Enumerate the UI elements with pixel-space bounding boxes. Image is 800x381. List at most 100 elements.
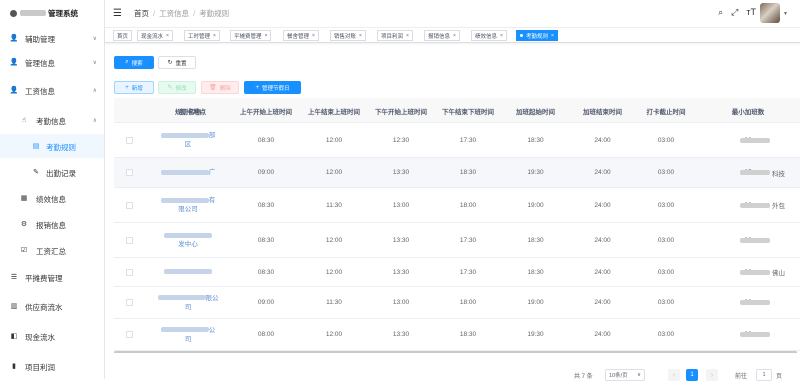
table-cell: 13:30 [392,268,410,276]
user-icon: 👤 [9,35,19,42]
manage-holiday-button[interactable]: + 管理节假日 [244,81,301,94]
page-size-select[interactable]: 10条/页 ∨ [605,369,645,381]
sidebar-item-9[interactable]: ☰ 平摊费管理 [0,265,104,289]
tag-4[interactable]: 餐舍管理 × [283,30,319,41]
horizontal-scrollbar[interactable] [114,351,797,353]
row-checkbox[interactable] [125,236,133,244]
punch-location [696,319,800,350]
goto-suffix: 页 [776,373,783,380]
bar-chart-icon: ▮ [12,363,16,370]
tag-label: 考勤规则 [526,33,549,40]
rule-name-line1: 广 [208,169,216,176]
rule-name[interactable]: 部区 [144,123,232,157]
table-cell: 08:00 [257,331,275,338]
close-icon[interactable]: × [500,33,503,39]
table-row[interactable]: 部区08:3012:0012:3017:3018:3024:0003:0030 [114,123,800,158]
search-icon[interactable]: ⌕ [718,7,723,18]
column-header[interactable]: 下午开始上班时间 [368,98,434,123]
sidebar-item-6[interactable]: ▦ 绩效信息 [0,186,104,210]
tag-5[interactable]: 销售对账 × [330,30,366,41]
font-size-icon[interactable]: ᴛT [746,7,756,18]
close-icon[interactable]: × [551,33,554,39]
refresh-icon: ↻ [167,60,173,66]
close-icon[interactable]: × [359,33,362,39]
table-row[interactable]: 限公司09:0011:3013:0018:0019:0024:0003:0030 [114,287,800,319]
row-checkbox[interactable] [125,268,133,276]
row-checkbox[interactable] [125,169,133,176]
table-row[interactable]: 发中心08:3012:0013:3017:3018:3024:0003:0030 [114,223,800,258]
tag-9[interactable]: 考勤规则 × [516,30,558,41]
column-header[interactable]: 打卡地点 [114,98,206,123]
table-cell: 13:30 [392,236,410,244]
row-checkbox[interactable] [125,331,133,338]
row-checkbox-cell [114,123,144,157]
rule-name[interactable]: 有限公司 [144,188,232,222]
close-icon[interactable]: × [213,33,216,39]
rule-name[interactable]: 广 [144,158,232,187]
sidebar-item-7[interactable]: ⚙ 报销信息 [0,212,104,236]
breadcrumb-current: 考勤规则 [199,9,230,18]
fullscreen-icon[interactable]: ⤢ [731,7,738,18]
reset-button[interactable]: ↻ 重置 [158,56,196,69]
goto-page-input[interactable]: 1 [756,369,772,381]
close-icon[interactable]: × [265,33,268,39]
row-checkbox[interactable] [125,299,133,306]
sidebar-item-5[interactable]: ✎ 出勤记录 [0,160,104,184]
column-header[interactable]: 加班起始时间 [502,98,569,123]
sidebar-item-3[interactable]: ☝ 考勤信息 ∧ [0,108,104,132]
prev-page-button[interactable]: ‹ [668,369,680,381]
avatar[interactable] [760,3,780,23]
sidebar-item-2[interactable]: 👤 工资信息 ∧ [0,78,104,102]
close-icon[interactable]: × [453,33,456,39]
sidebar-item-10[interactable]: ▥ 供应商流水 [0,294,104,318]
sidebar-item-4[interactable]: ▤ 考勤规则 [0,134,104,158]
column-header[interactable]: 上午开始上班时间 [232,98,300,123]
sidebar-item-11[interactable]: ◧ 现金流水 [0,324,104,348]
sidebar-item-label: 项目利润 [25,363,55,372]
sidebar-item-12[interactable]: ▮ 项目利润 [0,354,104,378]
table-row[interactable]: 08:3012:0013:3017:3018:3024:0003:0030佛山 [114,258,800,287]
column-header[interactable]: 加班结束时间 [569,98,636,123]
sidebar-item-label: 管理信息 [25,59,55,68]
search-button[interactable]: ⌕ 搜索 [114,56,154,69]
edit-button[interactable]: ✎ 修改 [158,81,196,94]
add-button[interactable]: + 新增 [114,81,154,94]
close-icon[interactable]: × [312,33,315,39]
page-1-button[interactable]: 1 [686,369,698,381]
plus-icon: + [255,84,259,91]
close-icon[interactable]: × [166,33,169,39]
row-checkbox[interactable] [125,201,133,209]
sidebar-item-0[interactable]: 👤 辅助管理 ∨ [0,26,104,50]
sidebar-item-1[interactable]: 👤 管理信息 ∨ [0,50,104,74]
column-header[interactable]: 最小加班数 [696,98,800,123]
tag-7[interactable]: 报销信息 × [424,30,460,41]
rule-name[interactable] [144,258,232,286]
rule-name[interactable]: 公司 [144,319,232,350]
tag-3[interactable]: 平摊费管理 × [230,30,272,41]
sidebar-item-8[interactable]: ☑ 工资汇总 [0,238,104,262]
rule-name[interactable]: 发中心 [144,223,232,257]
tag-6[interactable]: 项目利润 × [377,30,413,41]
table-row[interactable]: 广09:0012:0013:3018:3019:3024:0003:0025科技 [114,158,800,188]
rule-name[interactable]: 限公司 [144,287,232,318]
tag-1[interactable]: 现金流水 × [137,30,173,41]
breadcrumb-home[interactable]: 首页 [134,9,149,18]
next-page-button[interactable]: › [706,369,718,381]
tag-0[interactable]: 首页 [113,30,133,41]
tag-2[interactable]: 工时管理 × [184,30,220,41]
table-row[interactable]: 有限公司08:3011:3013:0018:0019:0024:0003:003… [114,188,800,223]
rule-name-line2: 区 [184,141,192,148]
column-header[interactable]: 打卡截止时间 [636,98,696,123]
hamburger-icon[interactable]: ☰ [113,8,122,19]
table-cell: 13:30 [392,169,410,176]
column-header[interactable]: 下午结束下班时间 [434,98,502,123]
tag-8[interactable]: 绩效信息 × [471,30,507,41]
caret-down-icon[interactable]: ▼ [783,11,788,17]
row-checkbox[interactable] [125,136,133,144]
breadcrumb-item[interactable]: 工资信息 [159,9,189,18]
sidebar-item-label: 报销信息 [36,221,66,230]
column-header[interactable]: 上午结束上班时间 [300,98,368,123]
close-icon[interactable]: × [406,33,409,39]
delete-button[interactable]: 🗑 删除 [201,81,239,94]
table-row[interactable]: 公司08:0012:0013:3018:3019:3024:0003:0030 [114,319,800,351]
